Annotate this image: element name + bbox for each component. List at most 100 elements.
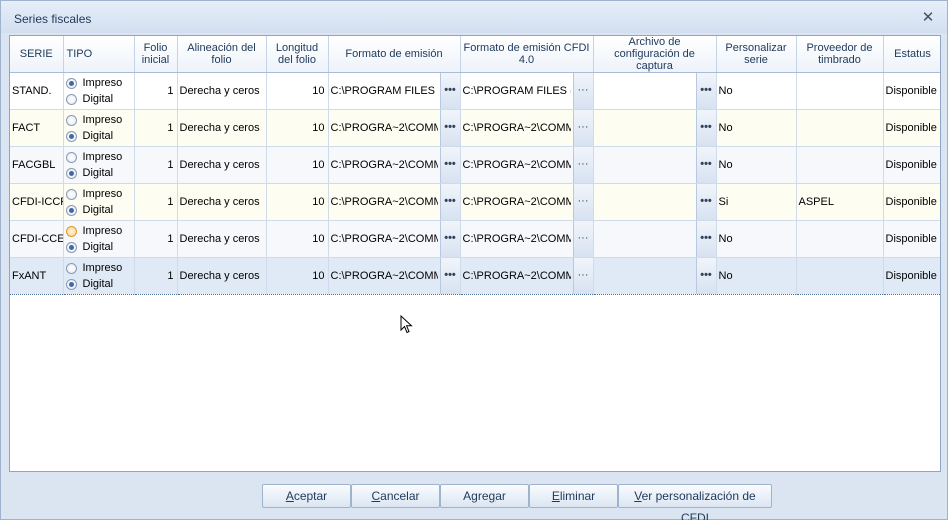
col-header-formato-cfdi[interactable]: Formato de emisión CFDI 4.0 — [460, 36, 594, 73]
formato-cfdi-cell[interactable]: C:\PROGRAM FILES (X86)\COMMON FILES··· — [460, 72, 594, 110]
series-grid[interactable]: SERIE TIPO Folio inicial Alineación del … — [9, 35, 941, 472]
radio-button[interactable] — [65, 77, 77, 89]
ellipsis-icon[interactable]: ••• — [439, 184, 459, 220]
folio-inicial-cell[interactable]: 1 — [134, 257, 178, 295]
ellipsis-icon[interactable]: ••• — [695, 221, 715, 257]
ellipsis-icon[interactable]: ••• — [439, 221, 459, 257]
serie-cell[interactable]: CFDI-CCE — [10, 220, 64, 258]
radio-impreso[interactable]: Impreso — [65, 260, 132, 276]
table-row-selected[interactable]: FxANT Impreso Digital 1 Derecha y ceros … — [10, 257, 940, 295]
proveedor-cell[interactable] — [796, 72, 884, 110]
proveedor-cell[interactable] — [796, 109, 884, 147]
serie-cell[interactable]: STAND. — [10, 72, 64, 110]
radio-digital[interactable]: Digital — [65, 239, 132, 255]
table-row[interactable]: FACT Impreso Digital 1 Derecha y ceros 1… — [10, 109, 940, 147]
estatus-cell[interactable]: Disponible — [883, 109, 940, 147]
col-header-personalizar[interactable]: Personalizar serie — [716, 36, 797, 73]
radio-digital[interactable]: Digital — [65, 128, 132, 144]
personalizar-cell[interactable]: No — [716, 109, 797, 147]
col-header-estatus[interactable]: Estatus — [883, 36, 940, 73]
formato-emision-cell[interactable]: C:\PROGRA~2\COMMON~1\ASPEL••• — [328, 220, 461, 258]
radio-impreso[interactable]: Impreso — [65, 223, 132, 239]
radio-button[interactable] — [65, 188, 77, 200]
radio-button[interactable] — [65, 262, 77, 274]
ellipsis-icon[interactable]: ••• — [439, 110, 459, 146]
formato-cfdi-cell[interactable]: C:\PROGRA~2\COMMON~1\ASPEL··· — [460, 109, 594, 147]
archivo-config-cell[interactable]: ••• — [593, 183, 717, 221]
col-header-serie[interactable]: SERIE — [10, 36, 64, 73]
formato-cfdi-cell[interactable]: C:\PROGRA~2\COMMON~1\ASPEL··· — [460, 183, 594, 221]
formato-emision-cell[interactable]: C:\PROGRA~2\COMMON~1\ASPEL••• — [328, 109, 461, 147]
radio-button[interactable] — [65, 204, 77, 216]
formato-cfdi-cell[interactable]: C:\PROGRA~2\COMMON~1\ASPEL··· — [460, 257, 594, 295]
longitud-cell[interactable]: 10 — [266, 220, 329, 258]
ellipsis-icon[interactable]: ••• — [439, 73, 459, 109]
personalizar-cell[interactable]: No — [716, 220, 797, 258]
col-header-folio-inicial[interactable]: Folio inicial — [134, 36, 178, 73]
ellipsis-icon[interactable]: ••• — [695, 110, 715, 146]
aceptar-button[interactable]: Aceptar — [262, 484, 351, 508]
longitud-cell[interactable]: 10 — [266, 72, 329, 110]
col-header-archivo-config[interactable]: Archivo de configuración de captura — [593, 36, 717, 73]
formato-emision-cell[interactable]: C:\PROGRA~2\COMMON~1\ASPEL••• — [328, 146, 461, 184]
table-row[interactable]: CFDI-CCE Impreso Digital 1 Derecha y cer… — [10, 220, 940, 258]
formato-emision-cell[interactable]: C:\PROGRAM FILES (X86)\COMMON FILES••• — [328, 72, 461, 110]
proveedor-cell[interactable] — [796, 257, 884, 295]
archivo-config-cell[interactable]: ••• — [593, 257, 717, 295]
radio-button[interactable] — [65, 167, 77, 179]
ellipsis-icon[interactable]: ••• — [695, 147, 715, 183]
radio-impreso[interactable]: Impreso — [65, 75, 132, 91]
radio-button[interactable] — [65, 151, 77, 163]
table-row[interactable]: STAND. Impreso Digital 1 Derecha y ceros… — [10, 72, 940, 110]
serie-cell[interactable]: FACGBL — [10, 146, 64, 184]
radio-button[interactable] — [65, 130, 77, 142]
ellipsis-icon[interactable]: ••• — [695, 73, 715, 109]
col-header-longitud[interactable]: Longitud del folio — [266, 36, 329, 73]
ellipsis-icon[interactable]: ••• — [695, 258, 715, 294]
table-row[interactable]: CFDI-ICCP Impreso Digital 1 Derecha y ce… — [10, 183, 940, 221]
radio-digital[interactable]: Digital — [65, 91, 132, 107]
formato-cfdi-cell[interactable]: C:\PROGRA~2\COMMON~1\ASPEL··· — [460, 220, 594, 258]
radio-digital[interactable]: Digital — [65, 202, 132, 218]
alineacion-cell[interactable]: Derecha y ceros — [177, 146, 267, 184]
formato-emision-cell[interactable]: C:\PROGRA~2\COMMON~1\ASPEL••• — [328, 257, 461, 295]
proveedor-cell[interactable]: ASPEL — [796, 183, 884, 221]
longitud-cell[interactable]: 10 — [266, 109, 329, 147]
radio-button[interactable] — [65, 225, 77, 237]
col-header-proveedor[interactable]: Proveedor de timbrado — [796, 36, 884, 73]
alineacion-cell[interactable]: Derecha y ceros — [177, 72, 267, 110]
col-header-formato-emision[interactable]: Formato de emisión — [328, 36, 461, 73]
folio-inicial-cell[interactable]: 1 — [134, 109, 178, 147]
radio-button[interactable] — [65, 93, 77, 105]
ellipsis-icon[interactable]: ··· — [572, 147, 592, 183]
archivo-config-cell[interactable]: ••• — [593, 220, 717, 258]
col-header-alineacion[interactable]: Alineación del folio — [177, 36, 267, 73]
ellipsis-icon[interactable]: ··· — [572, 73, 592, 109]
archivo-config-cell[interactable]: ••• — [593, 109, 717, 147]
longitud-cell[interactable]: 10 — [266, 257, 329, 295]
estatus-cell[interactable]: Disponible — [883, 220, 940, 258]
personalizar-cell[interactable]: No — [716, 257, 797, 295]
longitud-cell[interactable]: 10 — [266, 146, 329, 184]
alineacion-cell[interactable]: Derecha y ceros — [177, 257, 267, 295]
formato-emision-cell[interactable]: C:\PROGRA~2\COMMON~1\ASPEL••• — [328, 183, 461, 221]
estatus-cell[interactable]: Disponible — [883, 257, 940, 295]
radio-impreso[interactable]: Impreso — [65, 112, 132, 128]
alineacion-cell[interactable]: Derecha y ceros — [177, 109, 267, 147]
serie-cell[interactable]: CFDI-ICCP — [10, 183, 64, 221]
ellipsis-icon[interactable]: ••• — [695, 184, 715, 220]
formato-cfdi-cell[interactable]: C:\PROGRA~2\COMMON~1\ASPEL··· — [460, 146, 594, 184]
close-icon[interactable]: ✕ — [920, 10, 936, 27]
archivo-config-cell[interactable]: ••• — [593, 72, 717, 110]
personalizar-cell[interactable]: No — [716, 146, 797, 184]
agregar-button[interactable]: Agregar — [440, 484, 529, 508]
alineacion-cell[interactable]: Derecha y ceros — [177, 183, 267, 221]
folio-inicial-cell[interactable]: 1 — [134, 72, 178, 110]
longitud-cell[interactable]: 10 — [266, 183, 329, 221]
proveedor-cell[interactable] — [796, 220, 884, 258]
estatus-cell[interactable]: Disponible — [883, 72, 940, 110]
ellipsis-icon[interactable]: ··· — [572, 221, 592, 257]
personalizar-cell[interactable]: Si — [716, 183, 797, 221]
radio-button[interactable] — [65, 278, 77, 290]
eliminar-button[interactable]: Eliminar — [529, 484, 618, 508]
